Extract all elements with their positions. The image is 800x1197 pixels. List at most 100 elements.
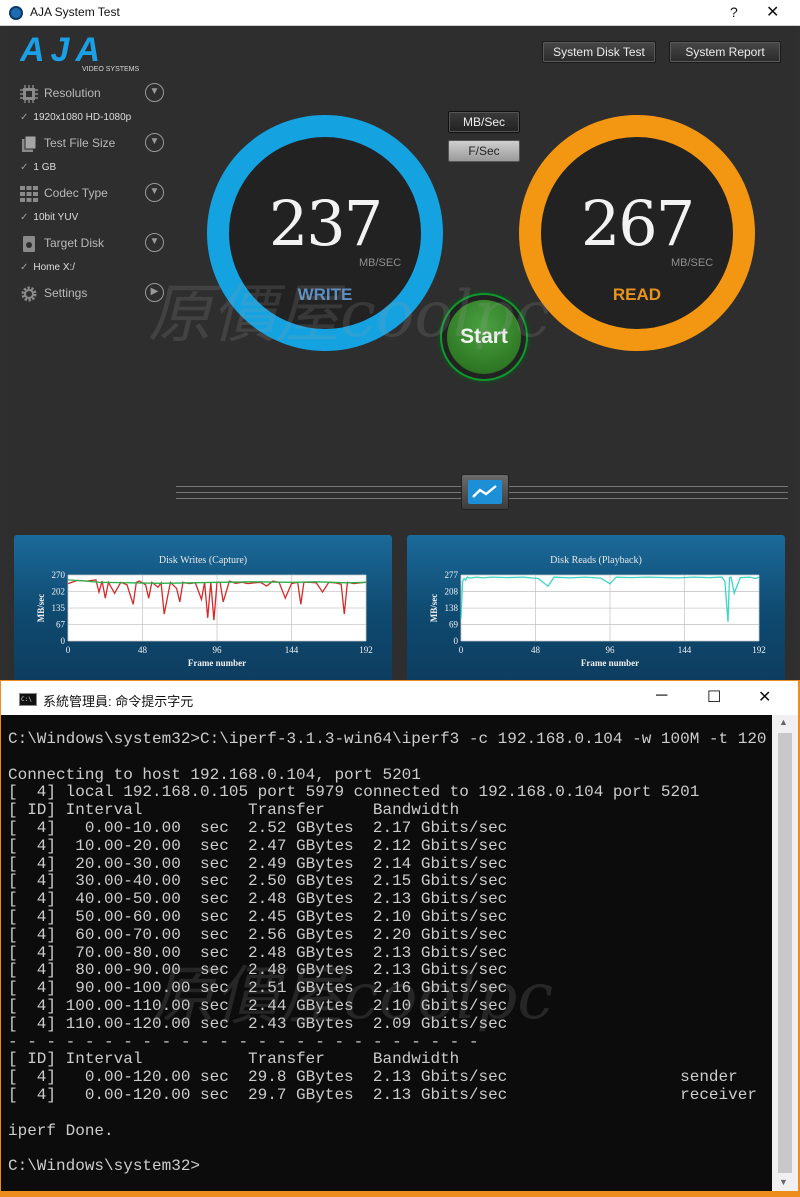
aja-window: AJA System Test ? ✕ AJA VIDEO SYSTEMS Re… [0, 0, 800, 690]
x-tick-label: 96 [606, 645, 616, 655]
system-disk-test-button[interactable]: System Disk Test [542, 41, 656, 63]
read-value: 267 [580, 187, 695, 260]
chevron-right-icon[interactable]: ▶ [145, 283, 164, 302]
chevron-down-icon[interactable]: ▼ [145, 183, 164, 202]
aja-close-button[interactable]: ✕ [766, 2, 779, 22]
console-line: [ 4] 100.00-110.00 sec 2.44 GBytes 2.10 … [8, 996, 508, 1015]
system-report-button[interactable]: System Report [669, 41, 781, 63]
sidebar-value-test-file-size: ✓ 1 GB [20, 162, 57, 173]
x-tick-label: 0 [66, 645, 71, 655]
minimize-icon[interactable]: ─ [656, 687, 667, 705]
disk-writes-chart: Disk Writes (Capture) 270 202 135 67 0 0 48 96 14… [14, 535, 392, 690]
disk-icon [23, 236, 35, 252]
read-label: READ [612, 285, 662, 304]
console-line: [ 4] 70.00-80.00 sec 2.48 GBytes 2.13 Gb… [8, 943, 508, 962]
aja-titlebar: AJA System Test ? ✕ [0, 0, 800, 26]
close-icon[interactable]: ✕ [758, 687, 771, 707]
terminal-icon: C:\ [19, 693, 37, 706]
x-tick-label: 0 [459, 645, 464, 655]
console-line: [ 4] 0.00-120.00 sec 29.7 GBytes 2.13 Gb… [8, 1085, 757, 1104]
console-line: [ ID] Interval Transfer Bandwidth [8, 1050, 460, 1069]
line-graph-icon [468, 480, 502, 504]
sidebar-label-settings: Settings [44, 286, 88, 300]
cmd-window-title: 系統管理員: 命令提示字元 [43, 694, 194, 709]
sidebar-label-target-disk: Target Disk [44, 236, 105, 250]
x-tick-label: 144 [678, 645, 692, 655]
write-gauge: 237 MB/SEC WRITE [207, 115, 443, 351]
sidebar-item-resolution[interactable]: Resolution ▼ [20, 83, 170, 105]
scrollbar[interactable]: ▲ ▼ [772, 715, 798, 1191]
unit-f-sec-button[interactable]: F/Sec [448, 140, 520, 162]
y-tick-label: 0 [454, 636, 459, 646]
sidebar-item-target-disk[interactable]: Target Disk ▼ [20, 233, 170, 255]
chevron-down-icon[interactable]: ▼ [145, 83, 164, 102]
x-tick-label: 144 [285, 645, 299, 655]
console-line: Connecting to host 192.168.0.104, port 5… [8, 765, 421, 784]
console-line: [ 4] 90.00-100.00 sec 2.51 GBytes 2.16 G… [8, 979, 508, 998]
console-line: [ 4] 80.00-90.00 sec 2.48 GBytes 2.13 Gb… [8, 961, 508, 980]
chevron-down-icon[interactable]: ▼ [145, 233, 164, 252]
y-tick-label: 0 [61, 636, 66, 646]
chart-title: Disk Writes (Capture) [159, 555, 247, 566]
console-output: C:\Windows\system32>C:\iperf-3.1.3-win64… [8, 730, 772, 1176]
help-button[interactable]: ? [730, 4, 738, 20]
cmd-window: C:\ 系統管理員: 命令提示字元 ─ ☐ ✕ C:\Windows\syste… [0, 680, 800, 1197]
console-line: [ 4] 30.00-40.00 sec 2.50 GBytes 2.15 Gb… [8, 872, 508, 891]
scrollbar-thumb[interactable] [778, 733, 792, 1173]
chip-icon [20, 85, 38, 103]
console-line: [ 4] 0.00-120.00 sec 29.8 GBytes 2.13 Gb… [8, 1068, 738, 1087]
aja-logo: AJA VIDEO SYSTEMS [20, 33, 140, 73]
y-tick-label: 135 [52, 603, 66, 613]
y-tick-label: 138 [445, 603, 459, 613]
console-line: C:\Windows\system32> [8, 1157, 201, 1176]
disk-reads-chart: Disk Reads (Playback) 277 208 138 69 0 0 48 96 14… [407, 535, 785, 690]
unit-mb-sec-button[interactable]: MB/Sec [448, 111, 520, 133]
write-label: WRITE [297, 285, 353, 304]
sidebar-value-resolution: ✓ 1920x1080 HD-1080p [20, 112, 132, 123]
console-line: C:\Windows\system32>C:\iperf-3.1.3-win64… [8, 730, 772, 748]
disk-reads-chart-svg: Disk Reads (Playback) 277 208 138 69 00 48 96 14… [429, 555, 766, 668]
aja-main: AJA VIDEO SYSTEMS Resolution ▼ ✓ 1920x108… [8, 27, 796, 690]
console-line: [ 4] 60.00-70.00 sec 2.56 GBytes 2.20 Gb… [8, 925, 508, 944]
sidebar-value-target-disk: ✓ Home X:/ [20, 262, 76, 273]
x-axis-label: Frame number [581, 658, 639, 668]
maximize-icon[interactable]: ☐ [707, 687, 721, 707]
sidebar-item-codec-type[interactable]: Codec Type ▼ [20, 183, 170, 205]
y-tick-label: 270 [52, 570, 66, 580]
sidebar-label-test-file-size: Test File Size [44, 136, 116, 150]
x-tick-label: 96 [213, 645, 223, 655]
sidebar-label-resolution: Resolution [44, 86, 101, 100]
x-axis-label: Frame number [188, 658, 246, 668]
start-button[interactable]: Start [447, 300, 521, 374]
document-stack-icon [22, 135, 37, 152]
aja-app-icon [9, 6, 23, 20]
chevron-down-icon[interactable]: ▼ [145, 133, 164, 152]
sidebar-label-codec-type: Codec Type [44, 186, 108, 200]
x-tick-label: 192 [359, 645, 373, 655]
graph-toggle-button[interactable] [461, 474, 509, 510]
scroll-down-icon[interactable]: ▼ [779, 1177, 788, 1187]
sidebar-item-settings[interactable]: Settings ▶ [20, 283, 170, 305]
write-unit: MB/SEC [359, 257, 402, 269]
console-line: iperf Done. [8, 1121, 114, 1140]
cmd-console[interactable]: C:\Windows\system32>C:\iperf-3.1.3-win64… [1, 715, 772, 1191]
cmd-titlebar: C:\ 系統管理員: 命令提示字元 ─ ☐ ✕ [1, 681, 798, 715]
console-line: [ 4] 40.00-50.00 sec 2.48 GBytes 2.13 Gb… [8, 890, 508, 909]
console-line: [ 4] 50.00-60.00 sec 2.45 GBytes 2.10 Gb… [8, 907, 508, 926]
console-line: [ ID] Interval Transfer Bandwidth [8, 801, 460, 820]
write-value: 237 [268, 187, 383, 260]
console-line: - - - - - - - - - - - - - - - - - - - - … [8, 1032, 479, 1051]
read-gauge: 267 MB/SEC READ [519, 115, 755, 351]
sidebar-value-codec-type: ✓ 10bit YUV [20, 212, 79, 223]
console-line: [ 4] 10.00-20.00 sec 2.47 GBytes 2.12 Gb… [8, 836, 508, 855]
sidebar-item-test-file-size[interactable]: Test File Size ▼ [20, 133, 170, 155]
scroll-up-icon[interactable]: ▲ [779, 717, 788, 727]
console-line: [ 4] local 192.168.0.105 port 5979 conne… [8, 783, 700, 802]
x-tick-label: 192 [752, 645, 766, 655]
console-line: [ 4] 110.00-120.00 sec 2.43 GBytes 2.09 … [8, 1014, 508, 1033]
y-axis-label: MB/sec [429, 594, 439, 623]
chart-title: Disk Reads (Playback) [550, 555, 642, 566]
